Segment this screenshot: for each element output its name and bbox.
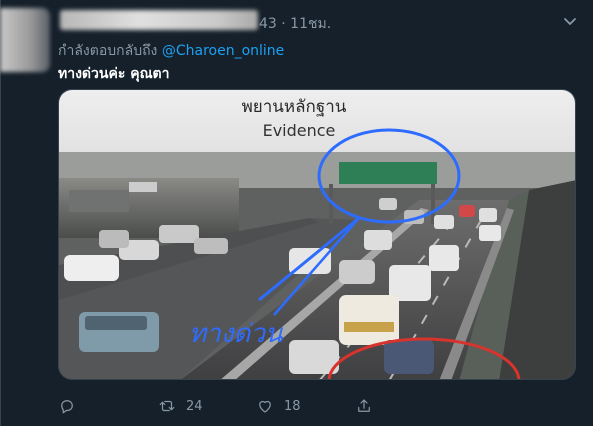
retweet-count: 24 — [186, 398, 203, 414]
tweet-text: ทางด่วนค่ะ คุณตา — [58, 66, 170, 82]
replying-to: กำลังตอบกลับถึง @Charoen_online — [58, 40, 284, 62]
evidence-photo: พยานหลักฐาน Evidence ทางด่วน — [59, 90, 575, 379]
reply-prefix: กำลังตอบกลับถึง — [58, 43, 158, 59]
chevron-down-icon[interactable] — [562, 14, 578, 28]
reply-button[interactable] — [58, 394, 76, 418]
retweet-button[interactable]: 24 — [158, 394, 203, 418]
avatar[interactable] — [0, 8, 50, 72]
retweet-icon — [159, 400, 175, 412]
heart-icon — [259, 400, 271, 413]
reply-handle-link[interactable]: @Charoen_online — [162, 43, 284, 59]
tweet-actions: 24 18 — [58, 394, 388, 418]
like-button[interactable]: 18 — [256, 394, 301, 418]
tweet-timestamp[interactable]: 43 · 11ชม. — [259, 13, 331, 35]
author-name-redacted[interactable] — [60, 10, 258, 30]
like-count: 18 — [284, 398, 301, 414]
caption-thai: พยานหลักฐาน — [242, 97, 347, 117]
tweet-photo[interactable]: พยานหลักฐาน Evidence ทางด่วน — [58, 89, 576, 380]
reply-icon — [61, 400, 73, 414]
share-icon — [358, 399, 370, 412]
caption-english: Evidence — [263, 121, 336, 140]
share-button[interactable] — [355, 394, 373, 418]
handwritten-annotation: ทางด่วน — [189, 319, 284, 349]
